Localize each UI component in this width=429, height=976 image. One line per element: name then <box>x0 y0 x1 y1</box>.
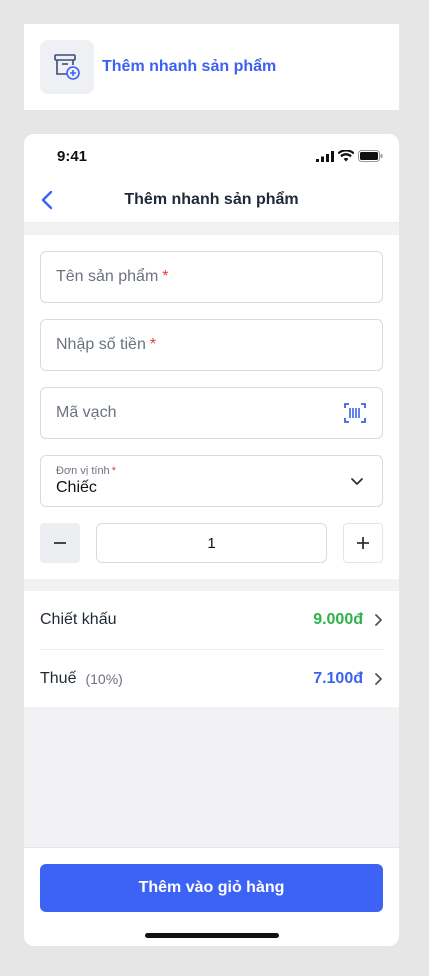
tax-label: Thuế (10%) <box>40 669 123 687</box>
summary-list: Chiết khấu 9.000đ Thuế (10%) 7.100đ <box>24 591 399 707</box>
shortcut-title: Thêm nhanh sản phẩm <box>102 58 277 75</box>
chevron-right-icon <box>375 614 382 626</box>
status-bar: 9:41 <box>24 134 399 178</box>
discount-value: 9.000đ <box>313 611 363 628</box>
barcode-placeholder: Mã vạch <box>56 404 117 421</box>
tax-row[interactable]: Thuế (10%) 7.100đ <box>40 649 383 707</box>
quantity-input[interactable]: 1 <box>96 523 327 563</box>
required-mark: * <box>162 268 169 285</box>
add-product-icon <box>40 40 94 94</box>
unit-value: Chiếc <box>56 479 97 496</box>
home-indicator <box>145 933 279 938</box>
product-form: Tên sản phẩm * Nhập số tiền * Mã vạch Đơ… <box>24 235 399 579</box>
battery-icon <box>358 150 383 162</box>
barcode-field[interactable]: Mã vạch <box>40 387 383 439</box>
status-time: 9:41 <box>57 147 88 165</box>
discount-row[interactable]: Chiết khấu 9.000đ <box>40 591 383 649</box>
phone-screen: 9:41 Thêm nhanh sản phẩm Tên sản phẩm * … <box>24 134 399 946</box>
quantity-stepper: 1 <box>40 523 383 563</box>
chevron-right-icon <box>375 672 382 685</box>
price-field[interactable]: Nhập số tiền * <box>40 319 383 371</box>
product-name-field[interactable]: Tên sản phẩm * <box>40 251 383 303</box>
page-title: Thêm nhanh sản phẩm <box>124 191 299 208</box>
bottom-bar: Thêm vào giỏ hàng <box>24 847 399 946</box>
wifi-icon <box>338 150 354 162</box>
unit-label: Đơn vị tính * <box>56 465 116 477</box>
shortcut-card[interactable]: Thêm nhanh sản phẩm <box>24 24 399 110</box>
status-icons <box>316 150 383 162</box>
signal-icon <box>316 150 334 162</box>
required-mark: * <box>149 336 157 353</box>
increase-quantity-button[interactable] <box>343 523 383 563</box>
add-to-cart-button[interactable]: Thêm vào giỏ hàng <box>40 864 383 912</box>
nav-bar: Thêm nhanh sản phẩm <box>24 178 399 223</box>
decrease-quantity-button[interactable] <box>40 523 80 563</box>
product-name-placeholder: Tên sản phẩm <box>56 268 159 285</box>
unit-select[interactable]: Đơn vị tính * Chiếc <box>40 455 383 507</box>
discount-label: Chiết khấu <box>40 611 117 628</box>
barcode-scan-icon[interactable] <box>344 403 366 428</box>
chevron-down-icon <box>350 474 364 493</box>
price-placeholder: Nhập số tiền <box>56 336 146 353</box>
tax-value: 7.100đ <box>313 669 363 687</box>
tax-rate: (10%) <box>85 670 123 687</box>
back-icon[interactable] <box>38 190 58 215</box>
minus-icon <box>54 542 66 544</box>
plus-icon <box>357 537 369 549</box>
